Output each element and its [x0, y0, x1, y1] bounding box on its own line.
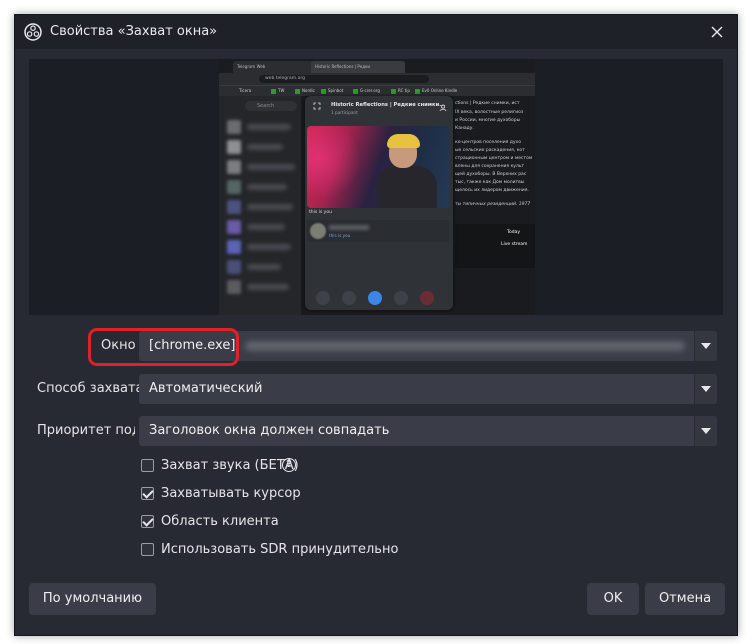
settings-icon: [394, 291, 408, 305]
avatar: [227, 140, 241, 154]
microphone-icon: [368, 291, 382, 305]
chat-item: [247, 144, 283, 150]
self-label: this is you: [309, 210, 332, 215]
checkbox[interactable]: [141, 487, 154, 500]
chat-item: [247, 244, 291, 250]
avatar: [310, 223, 326, 239]
bookmark: Nordic: [295, 86, 315, 96]
bookmark: G-crer.org: [353, 86, 380, 96]
channel-text: Today: [507, 230, 521, 235]
avatar: [227, 160, 241, 174]
capture-method-value: Автоматический: [149, 381, 263, 396]
avatar: [227, 280, 241, 294]
chevron-down-icon[interactable]: [694, 374, 717, 404]
avatar: [227, 180, 241, 194]
chat-item: [247, 164, 295, 170]
channel-text: щелось их лидером движения.: [455, 188, 529, 193]
checkbox[interactable]: [141, 459, 154, 472]
bookmark: TW: [271, 86, 284, 96]
avatar: [227, 120, 241, 134]
bookmark: RC tip: [391, 86, 410, 96]
window-title: Свойства «Захват окна»: [50, 24, 218, 39]
channel-text: ко-центров поселения духо: [455, 140, 521, 145]
bookmarks-bar: Ticera TW Nordic Spinbot G-crer.org RC t…: [219, 85, 535, 96]
avatar: [227, 200, 241, 214]
priority-value: Заголовок окна должен совпадать: [149, 423, 390, 438]
chat-item: [247, 184, 287, 190]
end-call-icon: [420, 291, 434, 305]
checkbox[interactable]: [141, 515, 154, 528]
obs-icon: [24, 23, 42, 41]
browser-url-bar: web.telegram.org: [219, 73, 535, 85]
title-bar: Свойства «Захват окна»: [15, 15, 737, 49]
avatar: [227, 240, 241, 254]
url-field: web.telegram.org: [259, 75, 429, 83]
participant-tile: this is you: [307, 220, 449, 242]
chevron-down-icon[interactable]: [694, 416, 717, 446]
checkbox-label: Захват звука (БЕТА): [161, 458, 299, 473]
close-icon[interactable]: [707, 22, 727, 42]
chat-item: [247, 264, 281, 270]
call-title: Historic Reflections | Редкие снимки...: [331, 102, 446, 108]
ok-button[interactable]: OK: [587, 583, 639, 615]
chat-item: [247, 284, 289, 290]
capture-method-label: Способ захвата: [37, 381, 144, 396]
channel-text: Live stream: [501, 242, 528, 247]
video-feed: [307, 126, 449, 208]
properties-dialog: Свойства «Захват окна» Telegram Web Hist…: [14, 14, 738, 636]
channel-text: страционным центром и местом: [455, 156, 533, 161]
checkbox-label: Захватывать курсор: [161, 486, 301, 501]
priority-label: Приоритет под: [37, 423, 135, 438]
capture-method-select[interactable]: Автоматический: [139, 374, 717, 404]
telegram-search: Search: [245, 101, 297, 111]
call-subtitle: 1 participant: [331, 110, 358, 115]
fullscreen-icon: [313, 102, 321, 110]
chat-item: [247, 124, 291, 130]
checkbox-label: Использовать SDR принудительно: [161, 542, 399, 557]
channel-text: IX века, волостные религиоз: [455, 110, 524, 115]
cancel-button[interactable]: Отмена: [645, 583, 725, 615]
participant-name: [329, 225, 369, 230]
browser-tab: Telegram Web: [233, 61, 315, 73]
bookmark: Ticera: [239, 88, 252, 93]
add-user-icon: [439, 104, 447, 112]
avatar: [227, 220, 241, 234]
chevron-down-icon[interactable]: [694, 331, 717, 361]
channel-text: ты типичных резиденций. 1977: [455, 202, 531, 207]
captured-window-thumbnail: Telegram Web Historic Reflections | Редк…: [219, 59, 535, 315]
channel-text: и России, многие духоборы: [455, 118, 521, 123]
channel-text: влены для сохранения культ: [455, 164, 525, 169]
capture-preview: Telegram Web Historic Reflections | Редк…: [29, 59, 723, 315]
highlight-annotation: [88, 328, 239, 366]
browser-tab-bar: Telegram Web Historic Reflections | Редк…: [219, 59, 535, 73]
checkbox-label: Область клиента: [161, 514, 279, 529]
channel-text: ые сельские раскадения, кот: [455, 148, 525, 153]
participant-subtitle: this is you: [329, 233, 351, 238]
priority-select[interactable]: Заголовок окна должен совпадать: [139, 416, 717, 446]
browser-tab: Historic Reflections | Редки: [311, 61, 405, 73]
window-title-blurred: [245, 341, 685, 351]
avatar: [227, 260, 241, 274]
bookmark: Ev0 Online Kindle: [415, 86, 457, 96]
camera-icon: [316, 291, 330, 305]
chat-item: [247, 224, 285, 230]
checkbox[interactable]: [141, 543, 154, 556]
chat-item: [247, 204, 293, 210]
channel-text: щей духоборы. В Верхних рас: [455, 172, 527, 177]
channel-text: тыс, также как Дом молитвы: [455, 180, 525, 185]
help-icon[interactable]: ?: [282, 458, 296, 472]
bookmark: Spinbot: [321, 86, 343, 96]
telegram-call-window: Historic Reflections | Редкие снимки... …: [305, 96, 453, 310]
defaults-button[interactable]: По умолчанию: [29, 583, 156, 615]
channel-text: ctions | Редкие снимки, ист: [455, 101, 520, 106]
screen-share-icon: [342, 291, 356, 305]
channel-text: Канаду.: [455, 126, 474, 131]
telegram-sidebar: Search: [219, 96, 301, 315]
